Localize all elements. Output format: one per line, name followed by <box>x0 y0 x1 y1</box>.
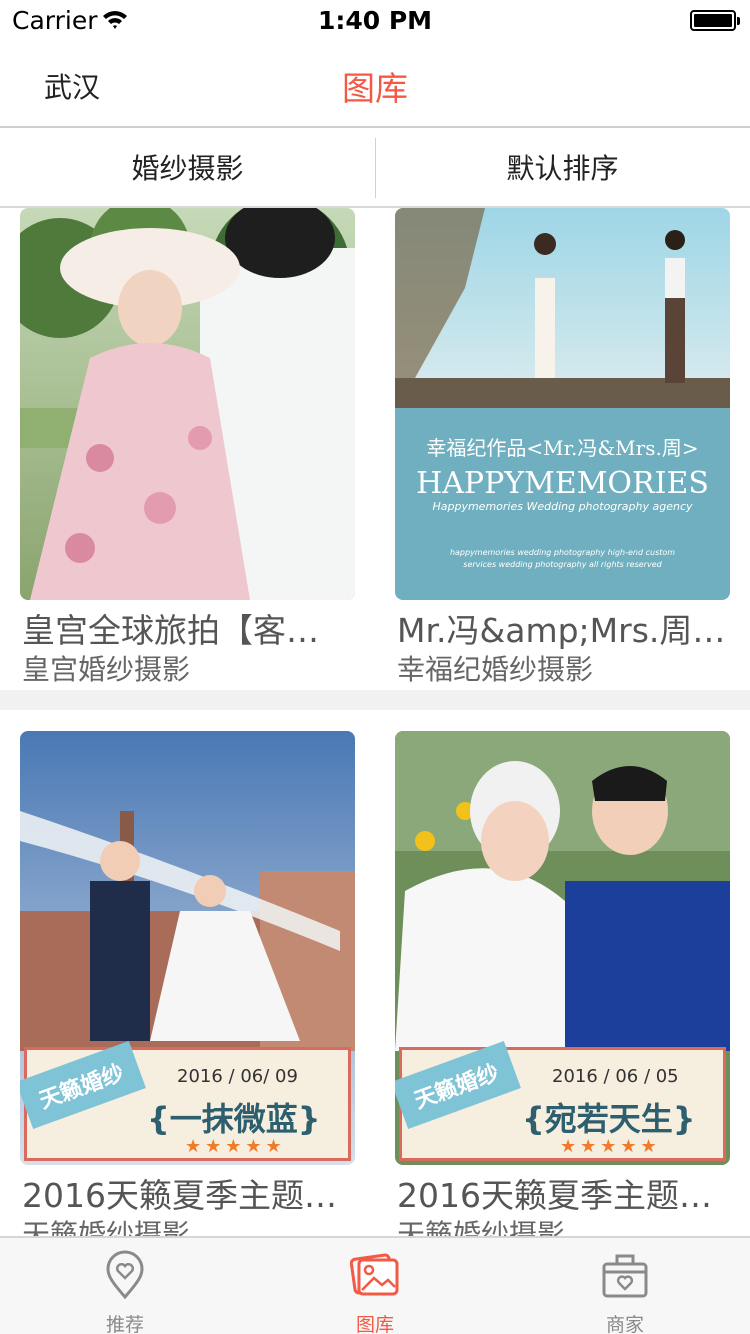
promo-banner: 天籁婚纱 2016 / 06/ 09 {一抹微蓝} ★★★★★ <box>20 1040 351 1161</box>
image-caption-line: happymemories wedding photography high-e… <box>449 548 676 557</box>
promo-date: 2016 / 06 / 05 <box>552 1066 679 1087</box>
gallery-card[interactable]: 天籁婚纱 2016 / 06 / 05 {宛若天生} ★★★★★ 2016天籁夏… <box>395 731 730 1236</box>
card-image[interactable]: 天籁婚纱 2016 / 06/ 09 {一抹微蓝} ★★★★★ <box>20 731 355 1165</box>
card-title: 2016天籁夏季主题… <box>397 1176 712 1215</box>
tab-recommend[interactable]: 推荐 <box>0 1238 250 1334</box>
image-caption-line: services wedding photography all rights … <box>463 560 662 569</box>
tab-label: 图库 <box>355 1314 394 1334</box>
rating-stars: ★★★★★ <box>560 1136 661 1157</box>
card-subtitle: 天籁婚纱摄影 <box>397 1218 566 1236</box>
shop-box-icon <box>602 1254 648 1298</box>
promo-banner: 天籁婚纱 2016 / 06 / 05 {宛若天生} ★★★★★ <box>395 1040 726 1161</box>
sort-filter[interactable]: 默认排序 <box>375 128 750 206</box>
gallery-card[interactable]: 天籁婚纱 2016 / 06/ 09 {一抹微蓝} ★★★★★ 2016天籁夏季… <box>20 731 355 1236</box>
status-bar: Carrier 1:40 PM <box>0 0 750 40</box>
clock: 1:40 PM <box>317 6 433 35</box>
image-caption-line: HAPPYMEMORIES <box>416 466 709 501</box>
card-title: Mr.冯&amp;Mrs.周… <box>397 611 726 650</box>
card-image[interactable]: 幸福纪作品<Mr.冯&Mrs.周> HAPPYMEMORIES Happymem… <box>395 208 730 600</box>
page-title: 图库 <box>342 69 408 108</box>
brand-ribbon: 天籁婚纱 <box>20 1040 146 1130</box>
tab-label: 推荐 <box>105 1314 144 1334</box>
promo-date: 2016 / 06/ 09 <box>177 1066 298 1087</box>
tab-gallery[interactable]: 图库 <box>250 1238 500 1334</box>
card-title: 皇宫全球旅拍【客… <box>22 611 319 650</box>
tab-shops[interactable]: 商家 <box>500 1238 750 1334</box>
gallery-card[interactable]: 皇宫全球旅拍【客… 皇宫婚纱摄影 <box>20 208 355 688</box>
card-subtitle: 天籁婚纱摄影 <box>22 1218 191 1236</box>
card-image[interactable]: 天籁婚纱 2016 / 06 / 05 {宛若天生} ★★★★★ <box>395 731 730 1165</box>
card-image[interactable] <box>20 208 355 600</box>
tab-bar: 推荐 图库 商家 <box>0 1236 750 1334</box>
gallery-card[interactable]: 幸福纪作品<Mr.冯&Mrs.周> HAPPYMEMORIES Happymem… <box>395 208 730 688</box>
image-caption-line: Happymemories Wedding photography agency <box>432 500 693 513</box>
tab-label: 商家 <box>605 1314 644 1334</box>
gallery-icon <box>350 1253 399 1296</box>
filter-bar: 婚纱摄影 默认排序 <box>0 128 750 208</box>
promo-slogan: {一抹微蓝} <box>147 1100 321 1138</box>
row-separator <box>0 690 750 710</box>
heart-pin-icon <box>106 1250 144 1300</box>
gallery-grid: 皇宫全球旅拍【客… 皇宫婚纱摄影 幸福纪作品<Mr.冯&Mrs.周> HAPPY… <box>0 208 750 1236</box>
wedding-photo-image <box>20 208 355 600</box>
card-subtitle: 皇宫婚纱摄影 <box>22 653 191 686</box>
battery-icon <box>690 10 740 31</box>
rating-stars: ★★★★★ <box>185 1136 286 1157</box>
wedding-photo-image <box>395 208 730 600</box>
card-title: 2016天籁夏季主题… <box>22 1176 337 1215</box>
card-subtitle: 幸福纪婚纱摄影 <box>397 653 594 686</box>
promo-slogan: {宛若天生} <box>522 1100 696 1138</box>
image-caption-line: 幸福纪作品<Mr.冯&Mrs.周> <box>426 436 699 460</box>
category-filter[interactable]: 婚纱摄影 <box>0 128 375 206</box>
brand-ribbon: 天籁婚纱 <box>395 1040 521 1130</box>
navigation-bar: 武汉 图库 <box>0 40 750 128</box>
